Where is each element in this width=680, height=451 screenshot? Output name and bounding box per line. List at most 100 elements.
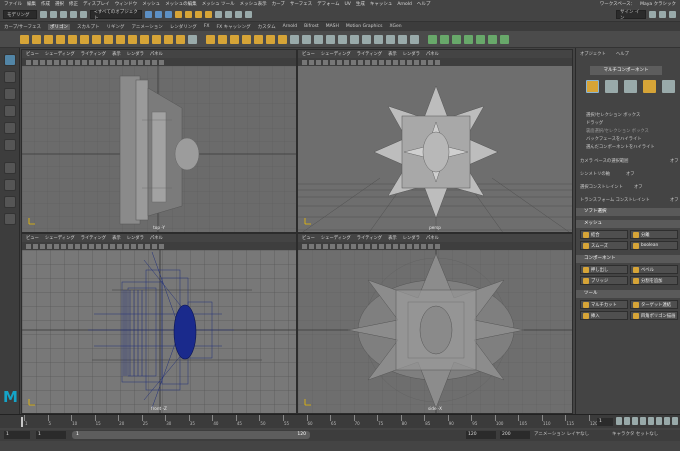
menu-edit-mesh[interactable]: メッシュの編集: [165, 1, 197, 7]
poly-disc-icon[interactable]: [92, 34, 101, 44]
menu-modify[interactable]: 修正: [69, 1, 78, 7]
play-backward-icon[interactable]: [640, 417, 646, 425]
panel-tab-object[interactable]: オブジェクト: [580, 51, 606, 57]
option-backface-marquee[interactable]: 裏面選択/セレクション ボックス: [586, 128, 649, 134]
shelf-tab-xgen[interactable]: XGen: [389, 24, 401, 29]
extrude-button[interactable]: 押し出し: [580, 265, 628, 274]
menu-panels[interactable]: パネル: [150, 235, 163, 241]
menu-edit[interactable]: 編集: [27, 1, 36, 7]
smooth-button[interactable]: スムーズ: [580, 241, 628, 250]
workspace-dropdown[interactable]: Maya クラシック: [640, 1, 676, 7]
menu-file[interactable]: ファイル: [4, 1, 22, 7]
snap-grid-icon[interactable]: [175, 11, 182, 18]
connect-button[interactable]: 挿入: [580, 311, 628, 320]
new-scene-icon[interactable]: [40, 11, 47, 18]
go-to-start-icon[interactable]: [616, 417, 622, 425]
bevel-icon[interactable]: [314, 34, 323, 44]
ipr-render-icon[interactable]: [225, 11, 232, 18]
fill-hole-icon[interactable]: [338, 34, 347, 44]
transform-constraint-value[interactable]: オフ: [670, 197, 679, 203]
section-mesh[interactable]: メッシュ: [576, 220, 680, 228]
cylindrical-map-icon[interactable]: [440, 34, 449, 44]
menu-renderer[interactable]: レンダラ: [127, 51, 144, 57]
menu-cache[interactable]: キャッシュ: [370, 1, 393, 7]
shelf-tab-rendering[interactable]: レンダリング: [170, 24, 197, 30]
anim-layer-dropdown[interactable]: アニメーション レイヤなし: [534, 431, 589, 439]
poly-torus-icon[interactable]: [68, 34, 77, 44]
face-mode-icon[interactable]: [643, 80, 656, 93]
move-tool-icon[interactable]: [3, 105, 16, 117]
mirror-icon[interactable]: [278, 34, 287, 44]
four-view-layout-icon[interactable]: [3, 179, 16, 191]
undo-icon[interactable]: [70, 11, 77, 18]
play-forward-icon[interactable]: [648, 417, 654, 425]
menu-shading[interactable]: シェーディング: [321, 235, 351, 241]
menu-shading[interactable]: シェーディング: [45, 51, 75, 57]
poly-svg-icon[interactable]: [188, 34, 197, 44]
poly-pyramid-icon[interactable]: [116, 34, 125, 44]
automatic-map-icon[interactable]: [464, 34, 473, 44]
extrude-icon[interactable]: [290, 34, 299, 44]
poly-plane-icon[interactable]: [80, 34, 89, 44]
step-back-frame-icon[interactable]: [632, 417, 638, 425]
bridge-button[interactable]: ブリッジ: [580, 276, 628, 285]
time-slider[interactable]: 1 5 10 15 20 25 30 35 40 45 50 55 60 65 70 75 80 85 90 95 10…: [0, 414, 680, 428]
redo-icon[interactable]: [80, 11, 87, 18]
shelf-tab-mash[interactable]: MASH: [326, 24, 339, 29]
playback-start-field[interactable]: 1: [36, 431, 66, 439]
combine-icon[interactable]: [206, 34, 215, 44]
modeling-toolkit-icon[interactable]: [649, 11, 656, 18]
persp-outliner-layout-icon[interactable]: [3, 213, 16, 225]
save-scene-icon[interactable]: [60, 11, 67, 18]
viewport-top[interactable]: ビュー シェーディング ライティング 表示 レンダラ パネル top -Y: [21, 49, 297, 233]
connect-icon[interactable]: [374, 34, 383, 44]
snap-point-icon[interactable]: [195, 11, 202, 18]
option-drag[interactable]: ドラッグ: [586, 120, 603, 126]
target-weld-icon[interactable]: [362, 34, 371, 44]
quad-draw-button[interactable]: 四角ポリゴン描画: [630, 311, 678, 320]
boolean-button[interactable]: boolean: [630, 241, 678, 250]
menu-generate[interactable]: 生成: [356, 1, 365, 7]
sign-in-button[interactable]: サイン イン: [616, 10, 646, 21]
bridge-icon[interactable]: [302, 34, 311, 44]
combine-button[interactable]: 結合: [580, 230, 628, 239]
section-tools[interactable]: ツール: [576, 290, 680, 298]
render-icon[interactable]: [215, 11, 222, 18]
target-weld-button[interactable]: ターゲット連結: [630, 300, 678, 309]
menu-mesh-tools[interactable]: メッシュ ツール: [202, 1, 235, 7]
viewport-persp[interactable]: ビュー シェーディング ライティング 表示 レンダラ パネル persp: [297, 49, 573, 233]
menu-shading[interactable]: シェーディング: [321, 51, 351, 57]
poly-prism-icon[interactable]: [128, 34, 137, 44]
select-tool-icon[interactable]: [3, 54, 16, 66]
select-constraint-value[interactable]: オフ: [634, 184, 643, 190]
boolean-union-icon[interactable]: [242, 34, 251, 44]
add-divisions-button[interactable]: 分割を追加: [630, 276, 678, 285]
side-by-side-layout-icon[interactable]: [3, 196, 16, 208]
rotate-tool-icon[interactable]: [3, 122, 16, 134]
shelf-tab-custom[interactable]: カスタム: [258, 24, 276, 30]
single-view-layout-icon[interactable]: [3, 162, 16, 174]
menu-view[interactable]: ビュー: [302, 51, 315, 57]
option-highlight-nearest[interactable]: 選んだコンポーネントをハイライト: [586, 144, 655, 150]
viewport-side[interactable]: ビュー シェーディング ライティング 表示 レンダラ パネル side -X: [297, 233, 573, 414]
menu-panels[interactable]: パネル: [150, 51, 163, 57]
insert-edge-loop-icon[interactable]: [386, 34, 395, 44]
range-slider[interactable]: 1 120: [72, 431, 310, 439]
shelf-tab-fx[interactable]: FX: [204, 24, 210, 29]
menu-renderer[interactable]: レンダラ: [403, 235, 420, 241]
scene-end-field[interactable]: 200: [500, 431, 530, 439]
shelf-tab-polygons[interactable]: ポリゴン: [47, 23, 70, 30]
scale-tool-icon[interactable]: [3, 139, 16, 151]
uv-editor-icon[interactable]: [488, 34, 497, 44]
symmetry-value[interactable]: オフ: [626, 171, 635, 177]
current-frame-field[interactable]: 1: [597, 418, 613, 426]
camera-map-icon[interactable]: [476, 34, 485, 44]
menu-help[interactable]: ヘルプ: [417, 1, 431, 7]
poly-cylinder-icon[interactable]: [44, 34, 53, 44]
shelf-tab-curves[interactable]: カーブ/サーフェス: [4, 24, 41, 30]
menu-renderer[interactable]: レンダラ: [403, 51, 420, 57]
menu-view[interactable]: ビュー: [302, 235, 315, 241]
menuset-dropdown[interactable]: モデリング: [3, 10, 37, 19]
render-settings-icon[interactable]: [235, 11, 242, 18]
menu-lighting[interactable]: ライティング: [357, 235, 382, 241]
